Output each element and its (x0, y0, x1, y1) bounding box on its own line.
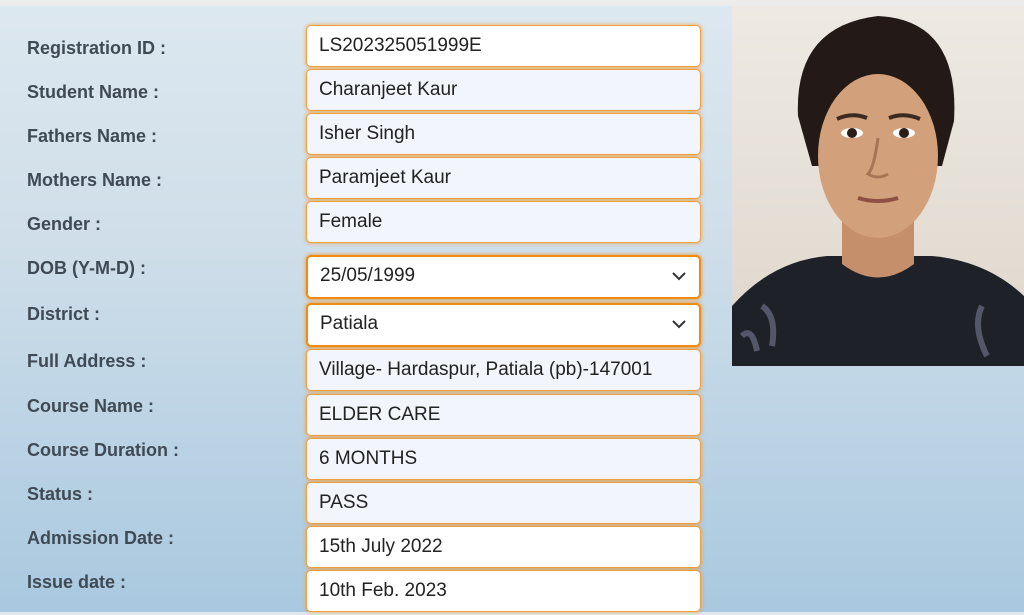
form-row-gender: Gender : Female (0, 201, 720, 257)
registration-id-field[interactable]: LS202325051999E (306, 25, 701, 67)
fathers-name-label: Fathers Name : (27, 126, 158, 146)
dob-label: DOB (Y-M-D) : (27, 258, 146, 278)
form-row-admission-date: Admission Date : 15th July 2022 (0, 526, 720, 571)
student-photo (732, 6, 1024, 366)
status-field[interactable]: PASS (306, 482, 701, 524)
fathers-name-field[interactable]: Isher Singh (306, 113, 701, 155)
status-label: Status : (27, 484, 94, 504)
issue-date-label: Issue date : (27, 572, 127, 592)
course-name-label: Course Name : (27, 396, 155, 416)
mothers-name-label: Mothers Name : (27, 170, 163, 190)
course-duration-label: Course Duration : (27, 440, 180, 460)
form-row-issue-date: Issue date : 10th Feb. 2023 (0, 570, 720, 615)
full-address-field[interactable]: Village- Hardaspur, Patiala (pb)-147001 (306, 349, 701, 391)
mothers-name-field[interactable]: Paramjeet Kaur (306, 157, 701, 199)
chevron-down-icon[interactable] (671, 257, 687, 295)
gender-label: Gender : (27, 214, 102, 234)
student-photo-illustration (732, 6, 1024, 366)
dob-select-value: 25/05/1999 (320, 265, 416, 286)
issue-date-field[interactable]: 10th Feb. 2023 (306, 570, 701, 612)
dob-select[interactable]: 25/05/1999 (306, 255, 701, 299)
form-row-status: Status : PASS (0, 482, 720, 527)
form-row-course-name: Course Name : ELDER CARE (0, 394, 720, 439)
student-name-label: Student Name : (27, 82, 160, 102)
registration-id-label: Registration ID : (27, 38, 167, 58)
form-row-dob: DOB (Y-M-D) : 25/05/1999 (0, 255, 720, 301)
form-row-full-address: Full Address : Village- Hardaspur, Patia… (0, 349, 720, 394)
form-row-district: District : Patiala (0, 303, 720, 347)
course-duration-field[interactable]: 6 MONTHS (306, 438, 701, 480)
admission-date-label: Admission Date : (27, 528, 175, 548)
district-select-value: Patiala (320, 313, 379, 334)
district-label: District : (27, 304, 101, 324)
gender-field[interactable]: Female (306, 201, 701, 243)
chevron-down-icon[interactable] (671, 305, 687, 343)
student-name-field[interactable]: Charanjeet Kaur (306, 69, 701, 111)
form-row-course-duration: Course Duration : 6 MONTHS (0, 438, 720, 483)
full-address-label: Full Address : (27, 351, 147, 371)
course-name-field[interactable]: ELDER CARE (306, 394, 701, 436)
district-select[interactable]: Patiala (306, 303, 701, 347)
admission-date-field[interactable]: 15th July 2022 (306, 526, 701, 568)
